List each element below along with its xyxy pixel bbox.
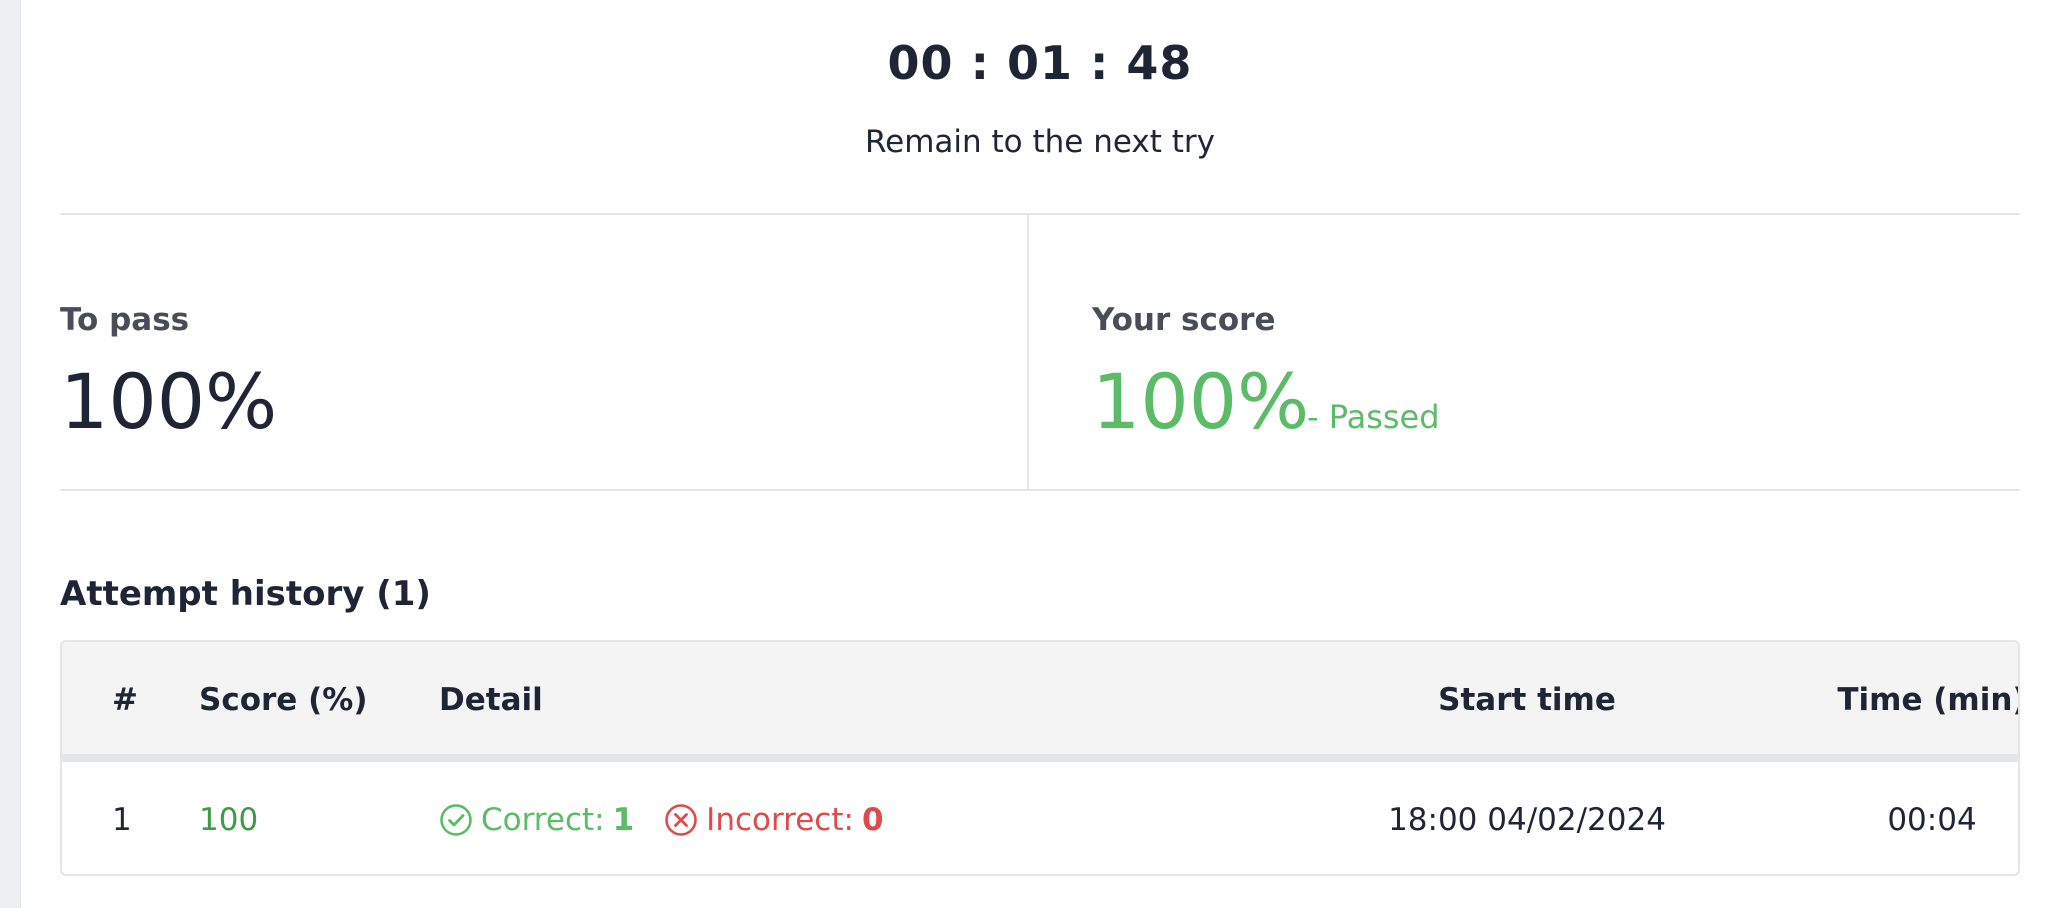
divider xyxy=(60,489,2020,491)
attempt-start-time: 18:00 04/02/2024 xyxy=(1388,802,1666,838)
summary-divider xyxy=(1027,214,1029,490)
column-header-detail: Detail xyxy=(439,682,543,718)
attempt-history-table: # Score (%) Detail Start time Time (min)… xyxy=(60,640,2020,876)
attempt-score: 100 xyxy=(199,802,259,838)
your-score-value: 100% xyxy=(1092,357,1310,446)
column-header-duration: Time (min) xyxy=(1837,682,2020,718)
incorrect-count-badge: Incorrect: 0 xyxy=(664,802,884,838)
correct-label: Correct: xyxy=(481,802,605,838)
to-pass-label: To pass xyxy=(60,302,190,338)
incorrect-count: 0 xyxy=(861,802,884,838)
check-circle-icon xyxy=(439,803,473,837)
quiz-result-panel: 00 : 01 : 48 Remain to the next try To p… xyxy=(60,0,2020,908)
score-status: - Passed xyxy=(1307,398,1440,436)
left-panel-edge xyxy=(0,0,21,908)
timer-caption: Remain to the next try xyxy=(864,124,1215,160)
to-pass-value: 100% xyxy=(60,357,278,446)
attempt-detail: Correct: 1 Incorrect: 0 xyxy=(439,802,884,838)
attempt-history-title: Attempt history (1) xyxy=(60,574,431,614)
retry-countdown-timer: 00 : 01 : 48 xyxy=(887,36,1193,90)
attempt-duration: 00:04 xyxy=(1887,802,1977,838)
divider xyxy=(60,213,2020,215)
column-header-number: # xyxy=(112,682,138,718)
column-header-score: Score (%) xyxy=(199,682,368,718)
x-circle-icon xyxy=(664,803,698,837)
table-header: # Score (%) Detail Start time Time (min) xyxy=(62,642,2018,762)
incorrect-label: Incorrect: xyxy=(706,802,854,838)
your-score-label: Your score xyxy=(1092,302,1276,338)
column-header-start-time: Start time xyxy=(1438,682,1616,718)
correct-count: 1 xyxy=(612,802,635,838)
correct-count-badge: Correct: 1 xyxy=(439,802,634,838)
attempt-number: 1 xyxy=(112,802,132,838)
